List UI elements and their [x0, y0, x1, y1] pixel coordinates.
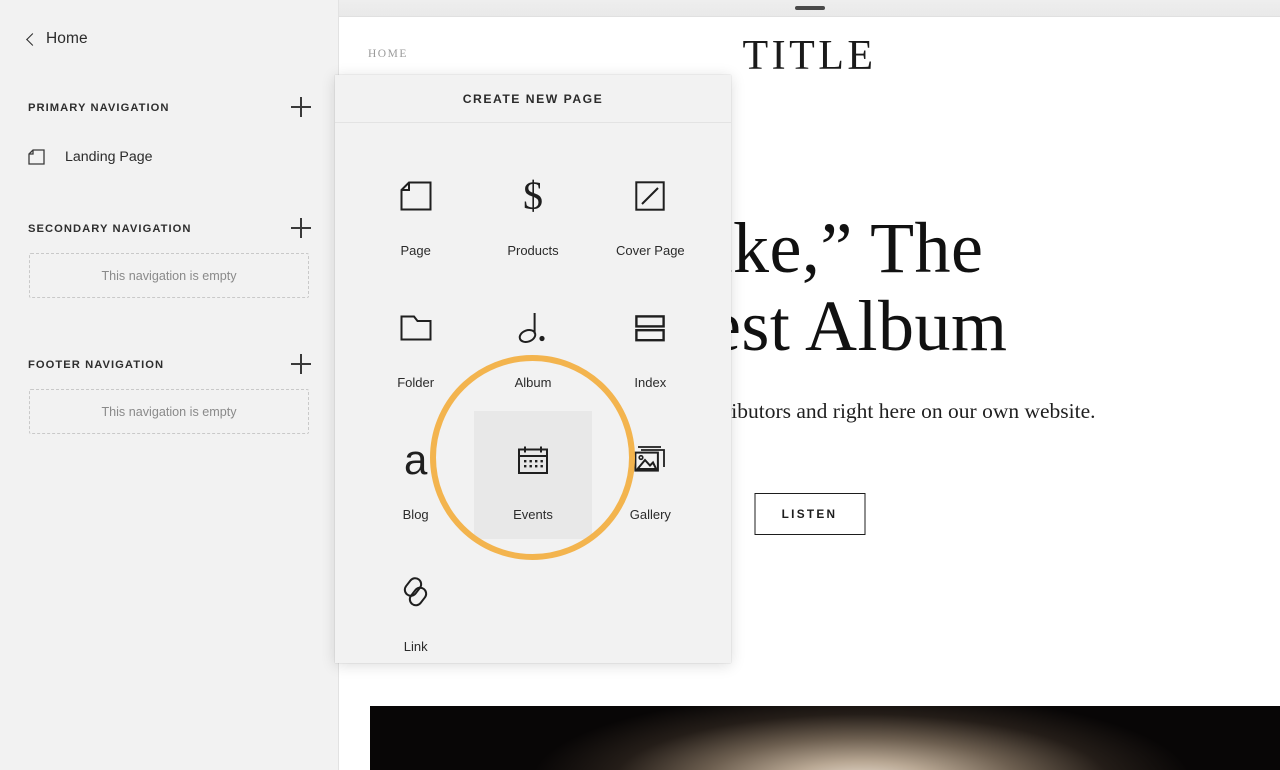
page-type-page[interactable]: Page	[357, 147, 474, 275]
page-type-album[interactable]: Album	[474, 279, 591, 407]
empty-dropzone-secondary[interactable]: This navigation is empty	[29, 253, 309, 298]
create-new-page-panel: CREATE NEW PAGE Page $ Products Cover Pa…	[335, 75, 731, 663]
gallery-icon	[634, 437, 666, 483]
letter-a-icon: a	[403, 436, 428, 483]
section-header-primary: PRIMARY NAVIGATION	[0, 97, 339, 119]
empty-dropzone-label: This navigation is empty	[101, 268, 237, 283]
page-type-label: Products	[507, 243, 559, 258]
section-title-primary: PRIMARY NAVIGATION	[28, 102, 170, 114]
empty-dropzone-label: This navigation is empty	[101, 404, 237, 419]
preview-topbar	[339, 0, 1280, 17]
listen-button[interactable]: LISTEN	[754, 493, 865, 535]
page-type-link[interactable]: Link	[357, 543, 474, 671]
nav-section-secondary: SECONDARY NAVIGATION This navigation is …	[0, 218, 339, 298]
link-icon	[401, 569, 431, 615]
chevron-left-icon	[26, 33, 39, 46]
page-type-gallery[interactable]: Gallery	[592, 411, 709, 539]
add-page-footer-button[interactable]	[289, 352, 313, 376]
nav-section-footer: FOOTER NAVIGATION This navigation is emp…	[0, 354, 339, 434]
pages-sidebar: Home PRIMARY NAVIGATION Landing Page SEC…	[0, 0, 339, 770]
music-note-icon	[518, 305, 548, 351]
index-icon	[635, 305, 666, 351]
site-title: TITLE	[742, 33, 877, 79]
page-type-label: Page	[400, 243, 431, 258]
page-icon	[400, 173, 432, 219]
hero-image	[370, 706, 1280, 770]
page-type-label: Cover Page	[616, 243, 685, 258]
page-type-label: Folder	[397, 375, 435, 390]
page-type-label: Album	[514, 375, 552, 390]
page-type-label: Blog	[402, 507, 429, 522]
sidebar-item-label: Landing Page	[65, 149, 153, 165]
add-page-secondary-button[interactable]	[289, 216, 313, 240]
page-type-label: Index	[634, 375, 667, 390]
page-icon	[28, 149, 45, 165]
drag-handle-icon[interactable]	[794, 6, 825, 10]
page-type-label: Events	[513, 507, 553, 522]
sidebar-item-landing-page[interactable]: Landing Page	[0, 140, 339, 174]
page-type-products[interactable]: $ Products	[474, 147, 591, 275]
create-new-page-header: CREATE NEW PAGE	[335, 75, 731, 123]
app-root: Home PRIMARY NAVIGATION Landing Page SEC…	[0, 0, 1280, 770]
section-header-secondary: SECONDARY NAVIGATION	[0, 218, 339, 240]
page-type-index[interactable]: Index	[592, 279, 709, 407]
folder-icon	[400, 305, 432, 351]
cover-page-icon	[635, 173, 666, 219]
page-type-folder[interactable]: Folder	[357, 279, 474, 407]
create-new-page-title: CREATE NEW PAGE	[462, 91, 604, 106]
section-header-footer: FOOTER NAVIGATION	[0, 354, 339, 376]
add-page-primary-button[interactable]	[289, 95, 313, 119]
page-type-label: Gallery	[629, 507, 671, 522]
dollar-icon: $	[522, 173, 543, 218]
page-type-cover-page[interactable]: Cover Page	[592, 147, 709, 275]
page-type-blog[interactable]: a Blog	[357, 411, 474, 539]
page-type-events[interactable]: Events	[474, 411, 592, 539]
section-title-secondary: SECONDARY NAVIGATION	[28, 223, 192, 235]
nav-section-primary: PRIMARY NAVIGATION Landing Page	[0, 97, 339, 174]
section-title-footer: FOOTER NAVIGATION	[28, 359, 165, 371]
page-type-label: Link	[403, 639, 428, 654]
back-to-home-button[interactable]: Home	[26, 30, 88, 48]
page-type-grid: Page $ Products Cover Page Folder Album …	[335, 123, 731, 671]
back-label: Home	[46, 30, 88, 47]
calendar-icon	[517, 437, 549, 483]
empty-dropzone-footer[interactable]: This navigation is empty	[29, 389, 309, 434]
